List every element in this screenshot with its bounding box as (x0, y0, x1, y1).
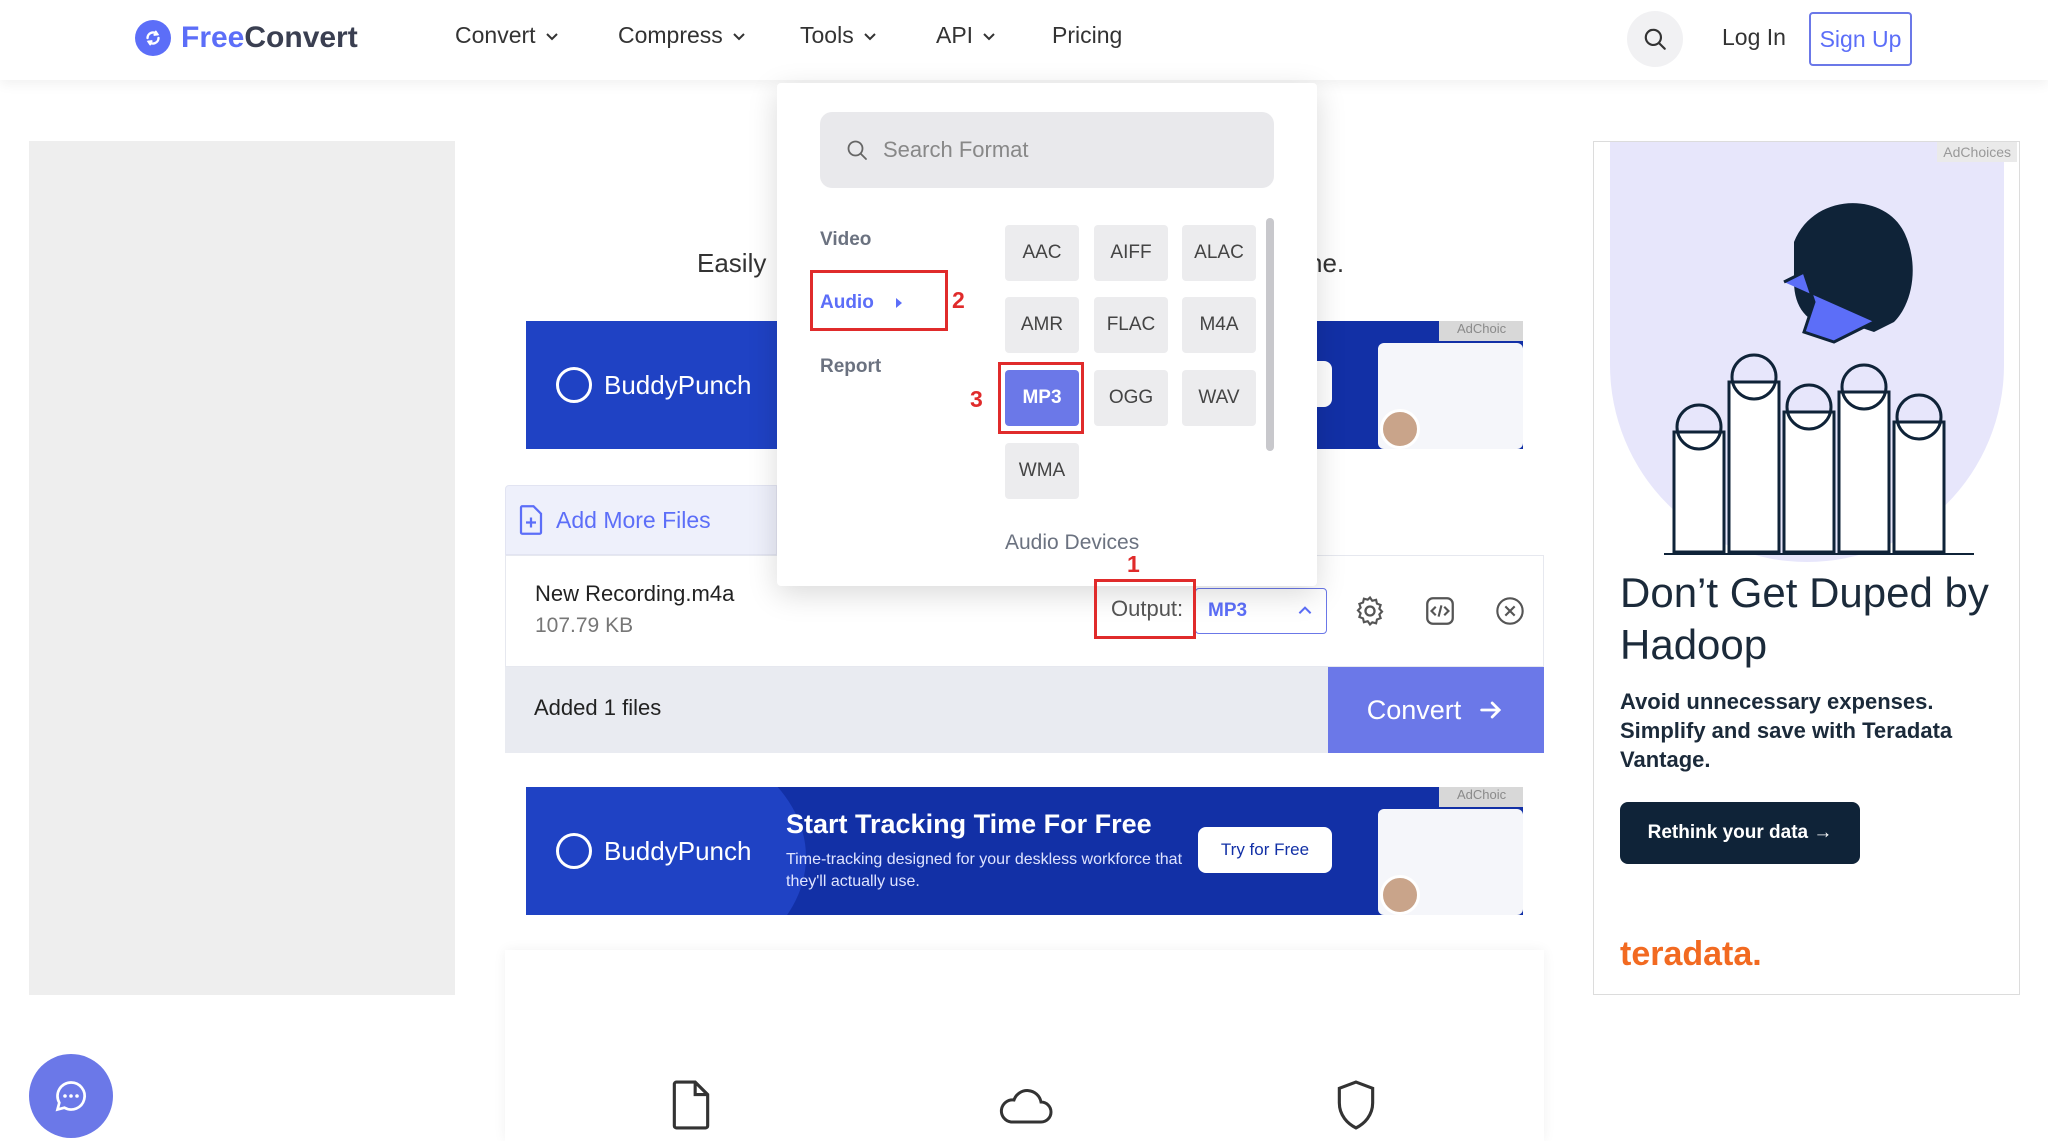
coins-illustration (1664, 203, 1974, 555)
gear-icon (1356, 595, 1384, 627)
shield-icon (1337, 1080, 1375, 1130)
format-search-input[interactable]: Search Format (820, 112, 1274, 188)
settings-button[interactable] (1351, 592, 1389, 630)
nav-api-label: API (936, 22, 974, 48)
login-link[interactable]: Log In (1722, 24, 1786, 51)
avatar (1380, 875, 1420, 915)
chevron-down-icon (545, 32, 558, 40)
annotation-box-mp3 (998, 362, 1084, 434)
format-dropdown: Search Format Video Audio Report AAC AIF… (777, 83, 1317, 586)
banner-subtitle: Time-tracking designed for your deskless… (786, 851, 1183, 890)
file-footer-bar: Added 1 files Convert (505, 667, 1544, 753)
arrow-right-icon (1480, 701, 1502, 719)
teradata-logo: teradata. (1620, 935, 1762, 973)
cloud-icon (999, 1089, 1053, 1124)
annotation-box-output (1094, 579, 1196, 639)
chat-bubble-icon (55, 1081, 86, 1112)
file-icon (672, 1080, 710, 1130)
tagline-left: Easily (697, 248, 767, 278)
header-search-button[interactable] (1627, 11, 1683, 67)
nav-convert-label: Convert (455, 22, 536, 48)
format-alac[interactable]: ALAC (1182, 225, 1256, 281)
nav-compress-label: Compress (618, 22, 723, 48)
format-list-scrollbar[interactable] (1266, 218, 1274, 451)
category-report[interactable]: Report (820, 356, 881, 378)
ad-cta-button[interactable]: Rethink your data → (1620, 802, 1860, 864)
format-ogg[interactable]: OGG (1094, 370, 1168, 426)
add-file-icon (519, 505, 543, 535)
search-icon (847, 140, 867, 160)
format-aiff[interactable]: AIFF (1094, 225, 1168, 281)
top-header: FreeConvert Convert Compress Tools API P… (0, 0, 2048, 80)
ad-headline: Don’t Get Duped by Hadoop (1620, 569, 1989, 668)
output-format-select[interactable]: MP3 (1195, 588, 1327, 634)
ad-body: Avoid unnecessary expenses. Simplify and… (1620, 689, 1953, 772)
avatar (1380, 409, 1420, 449)
buddypunch-logo: BuddyPunch (556, 367, 751, 403)
signup-button[interactable]: Sign Up (1809, 12, 1912, 66)
freeconvert-logo[interactable]: FreeConvert (135, 20, 358, 56)
right-ad-teradata[interactable]: AdChoices Don’t Get Duped by Hadoop Avoi… (1593, 141, 2020, 995)
chat-button[interactable] (29, 1054, 113, 1138)
format-aac[interactable]: AAC (1005, 225, 1079, 281)
clock-icon (556, 833, 592, 869)
added-files-count: Added 1 files (534, 695, 662, 720)
buddypunch-logo: BuddyPunch (556, 833, 751, 869)
nav-tools[interactable]: Tools (800, 22, 878, 49)
add-more-files-label: Add More Files (556, 506, 711, 533)
annotation-box-audio (810, 270, 948, 331)
remove-file-button[interactable] (1491, 592, 1529, 630)
add-more-files-button[interactable]: Add More Files (505, 485, 777, 555)
format-wma[interactable]: WMA (1005, 443, 1079, 499)
nav-api[interactable]: API (936, 22, 997, 49)
output-format-value: MP3 (1208, 600, 1248, 621)
search-icon (1644, 28, 1666, 50)
annotation-number-3: 3 (970, 386, 983, 412)
features-card (505, 950, 1544, 1141)
file-name: New Recording.m4a (535, 581, 735, 606)
banner-adchoices[interactable]: AdChoic (1439, 321, 1523, 341)
format-flac[interactable]: FLAC (1094, 297, 1168, 353)
chevron-down-icon (983, 32, 995, 40)
category-video[interactable]: Video (820, 229, 871, 251)
format-amr[interactable]: AMR (1005, 297, 1079, 353)
annotation-number-2: 2 (952, 287, 965, 313)
nav-pricing[interactable]: Pricing (1052, 22, 1122, 49)
nav-tools-label: Tools (800, 22, 854, 48)
banner-title: Start Tracking Time For Free (786, 809, 1152, 839)
code-icon (1426, 597, 1454, 625)
nav-convert[interactable]: Convert (455, 22, 560, 49)
format-wav[interactable]: WAV (1182, 370, 1256, 426)
nav-compress[interactable]: Compress (618, 22, 747, 49)
chevron-up-icon (1298, 606, 1312, 614)
logo-icon (135, 20, 171, 56)
buddypunch-brand: BuddyPunch (604, 835, 752, 866)
convert-button[interactable]: Convert (1328, 667, 1544, 753)
adchoices-badge[interactable]: AdChoices (1937, 142, 2017, 162)
bottom-ad-banner[interactable]: BuddyPunch Start Tracking Time For Free … (526, 787, 1523, 915)
clock-icon (556, 367, 592, 403)
embed-code-button[interactable] (1421, 592, 1459, 630)
annotation-number-1: 1 (1127, 551, 1140, 577)
chevron-down-icon (863, 32, 876, 40)
banner-try-free-button[interactable]: Try for Free (1198, 827, 1332, 873)
file-size: 107.79 KB (535, 614, 634, 637)
logo-text: FreeConvert (181, 21, 358, 54)
chevron-down-icon (733, 32, 745, 40)
format-m4a[interactable]: M4A (1182, 297, 1256, 353)
banner-app-screenshot (1378, 809, 1523, 915)
close-circle-icon (1496, 597, 1524, 625)
banner-app-screenshot (1378, 343, 1523, 449)
buddypunch-brand: BuddyPunch (604, 369, 752, 400)
convert-label: Convert (1366, 694, 1462, 725)
nav-pricing-label: Pricing (1052, 22, 1123, 48)
audio-devices-link[interactable]: Audio Devices (1005, 531, 1139, 555)
format-search-placeholder: Search Format (883, 137, 1029, 162)
banner-adchoices[interactable]: AdChoic (1439, 787, 1523, 807)
left-ad-placeholder (29, 141, 455, 995)
